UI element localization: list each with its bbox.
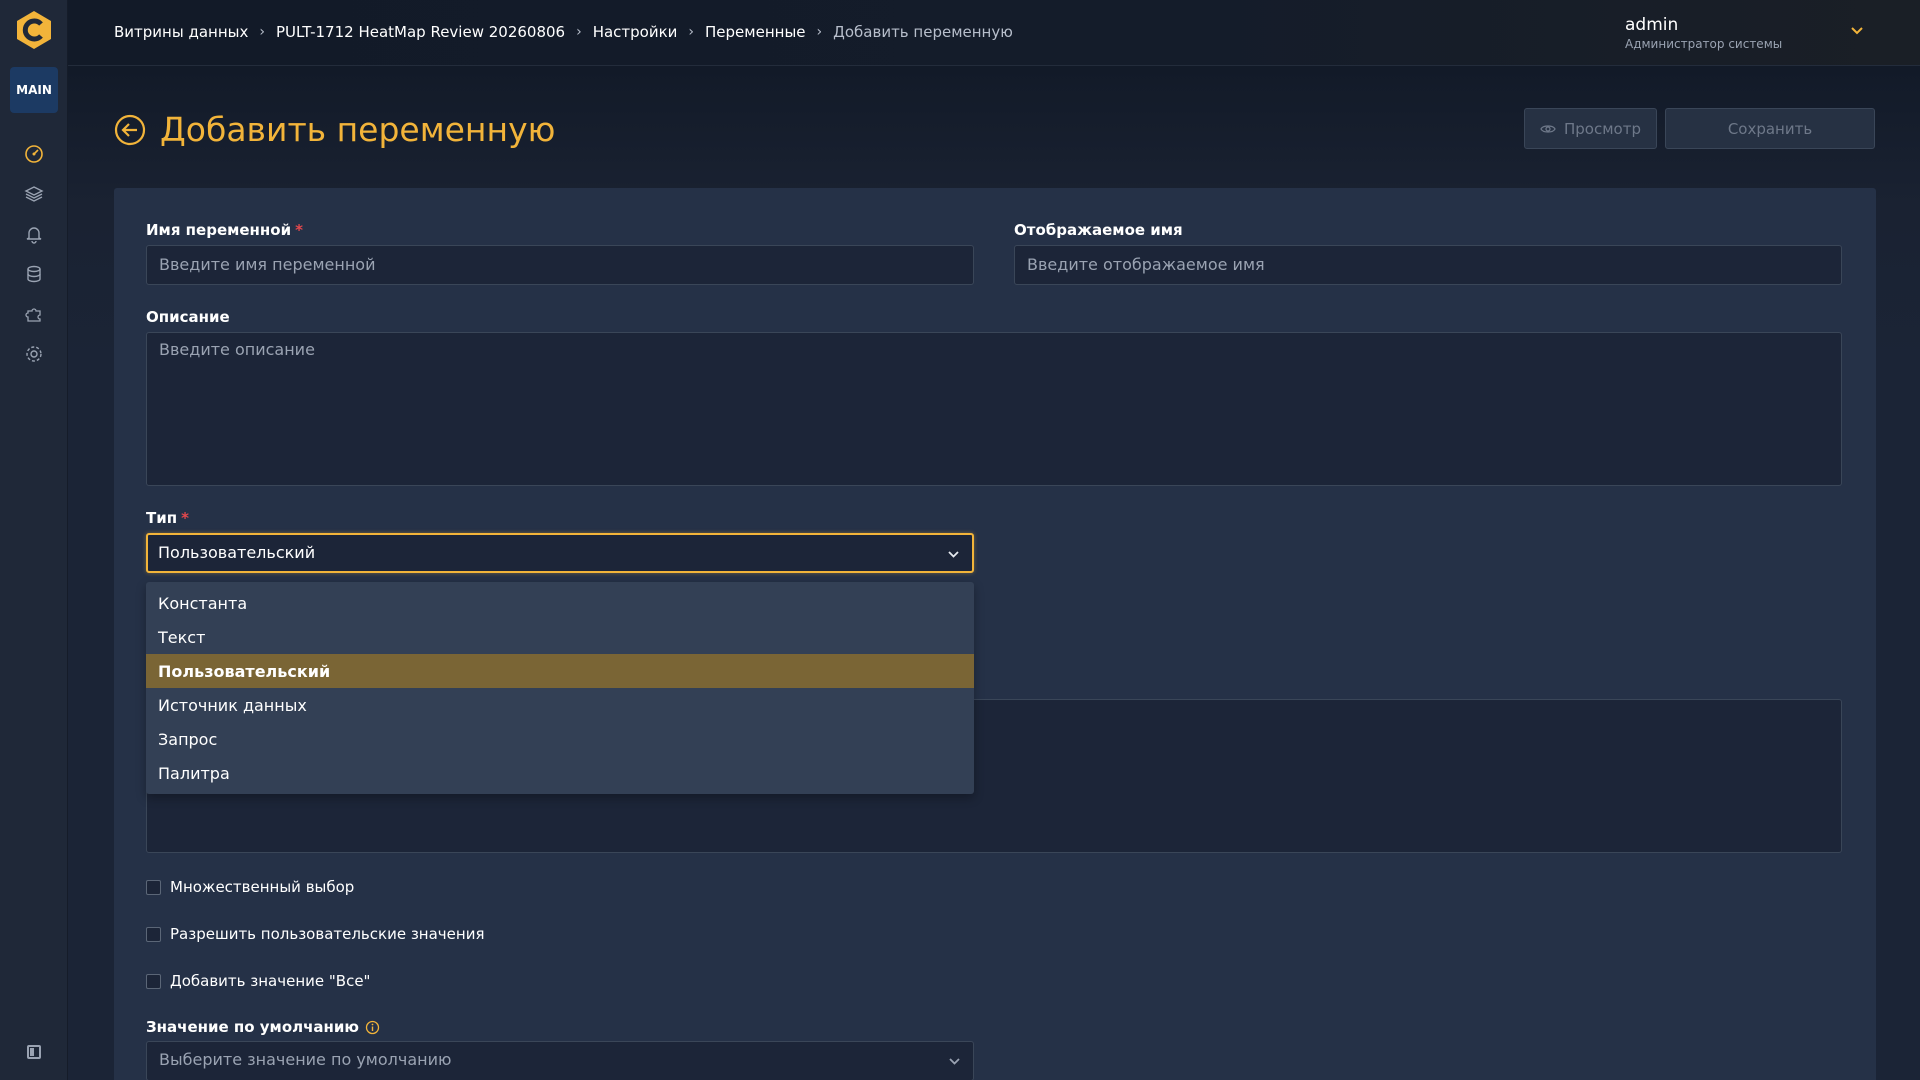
type-option-constant[interactable]: Константа <box>146 586 974 620</box>
app-logo-icon[interactable] <box>14 10 54 50</box>
all-value-row: Добавить значение "Все" <box>146 972 370 990</box>
default-value-label-text: Значение по умолчанию <box>146 1018 359 1036</box>
type-select-value: Пользовательский <box>158 543 316 562</box>
type-option-palette[interactable]: Палитра <box>146 756 974 790</box>
info-icon[interactable] <box>365 1020 380 1035</box>
type-option-datasource[interactable]: Источник данных <box>146 688 974 722</box>
breadcrumb-item[interactable]: PULT-1712 HeatMap Review 20260806 <box>276 23 565 41</box>
preview-button[interactable]: Просмотр <box>1524 108 1657 149</box>
multi-select-row: Множественный выбор <box>146 878 354 896</box>
custom-values-label: Разрешить пользовательские значения <box>170 925 485 943</box>
back-arrow-icon[interactable] <box>114 114 146 146</box>
type-option-text[interactable]: Текст <box>146 620 974 654</box>
chevron-down-icon <box>948 551 959 558</box>
chevron-down-icon[interactable] <box>1850 26 1864 36</box>
type-option-custom[interactable]: Пользовательский <box>146 654 974 688</box>
type-select[interactable]: Пользовательский <box>146 533 974 573</box>
description-textarea[interactable]: Введите описание <box>146 332 1842 486</box>
description-label: Описание <box>146 308 230 326</box>
variable-name-label-text: Имя переменной <box>146 221 292 239</box>
type-label-text: Тип <box>146 509 178 527</box>
multi-select-checkbox[interactable] <box>146 879 161 895</box>
default-value-placeholder: Выберите значение по умолчанию <box>159 1050 452 1069</box>
sidebar: MAIN <box>0 0 68 1080</box>
breadcrumb-separator: › <box>576 24 582 40</box>
breadcrumb: Витрины данных › PULT-1712 HeatMap Revie… <box>114 23 1013 41</box>
database-icon[interactable] <box>22 262 46 286</box>
bell-icon[interactable] <box>22 222 46 246</box>
user-role: Администратор системы <box>1625 37 1783 51</box>
breadcrumb-item[interactable]: Витрины данных <box>114 23 248 41</box>
gear-icon[interactable] <box>22 342 46 366</box>
display-name-input[interactable]: Введите отображаемое имя <box>1014 245 1842 285</box>
chevron-down-icon <box>949 1058 960 1065</box>
default-value-select[interactable]: Выберите значение по умолчанию <box>146 1041 974 1080</box>
breadcrumb-separator: › <box>688 24 695 40</box>
page-header: Добавить переменную <box>114 110 555 149</box>
required-mark: * <box>295 221 303 239</box>
variable-name-label: Имя переменной * <box>146 221 303 239</box>
display-name-label: Отображаемое имя <box>1014 221 1183 239</box>
custom-values-checkbox[interactable] <box>146 926 161 942</box>
breadcrumb-current: Добавить переменную <box>833 23 1013 41</box>
type-option-query[interactable]: Запрос <box>146 722 974 756</box>
preview-button-label: Просмотр <box>1564 119 1641 138</box>
dashboard-icon[interactable] <box>22 142 46 166</box>
multi-select-label: Множественный выбор <box>170 878 355 896</box>
user-menu[interactable]: admin Администратор системы <box>1625 15 1782 51</box>
all-value-label: Добавить значение "Все" <box>170 972 371 990</box>
custom-values-row: Разрешить пользовательские значения <box>146 925 484 943</box>
breadcrumb-separator: › <box>816 24 823 40</box>
user-name: admin <box>1625 15 1679 35</box>
default-value-label: Значение по умолчанию <box>146 1018 380 1036</box>
puzzle-icon[interactable] <box>22 302 46 326</box>
breadcrumb-separator: › <box>259 24 265 40</box>
breadcrumb-item[interactable]: Переменные <box>705 23 806 41</box>
all-value-checkbox[interactable] <box>146 973 161 989</box>
page-title: Добавить переменную <box>160 110 556 149</box>
required-mark: * <box>181 509 189 527</box>
workspace-badge[interactable]: MAIN <box>10 67 58 113</box>
sidebar-toggle-icon[interactable] <box>27 1045 41 1059</box>
eye-icon <box>1540 124 1556 133</box>
variable-name-input[interactable]: Введите имя переменной <box>146 245 974 285</box>
layers-icon[interactable] <box>22 182 46 206</box>
type-label: Тип * <box>146 509 189 527</box>
type-dropdown: Константа Текст Пользовательский Источни… <box>146 582 974 794</box>
save-button[interactable]: Сохранить <box>1665 108 1875 149</box>
breadcrumb-item[interactable]: Настройки <box>593 23 678 41</box>
